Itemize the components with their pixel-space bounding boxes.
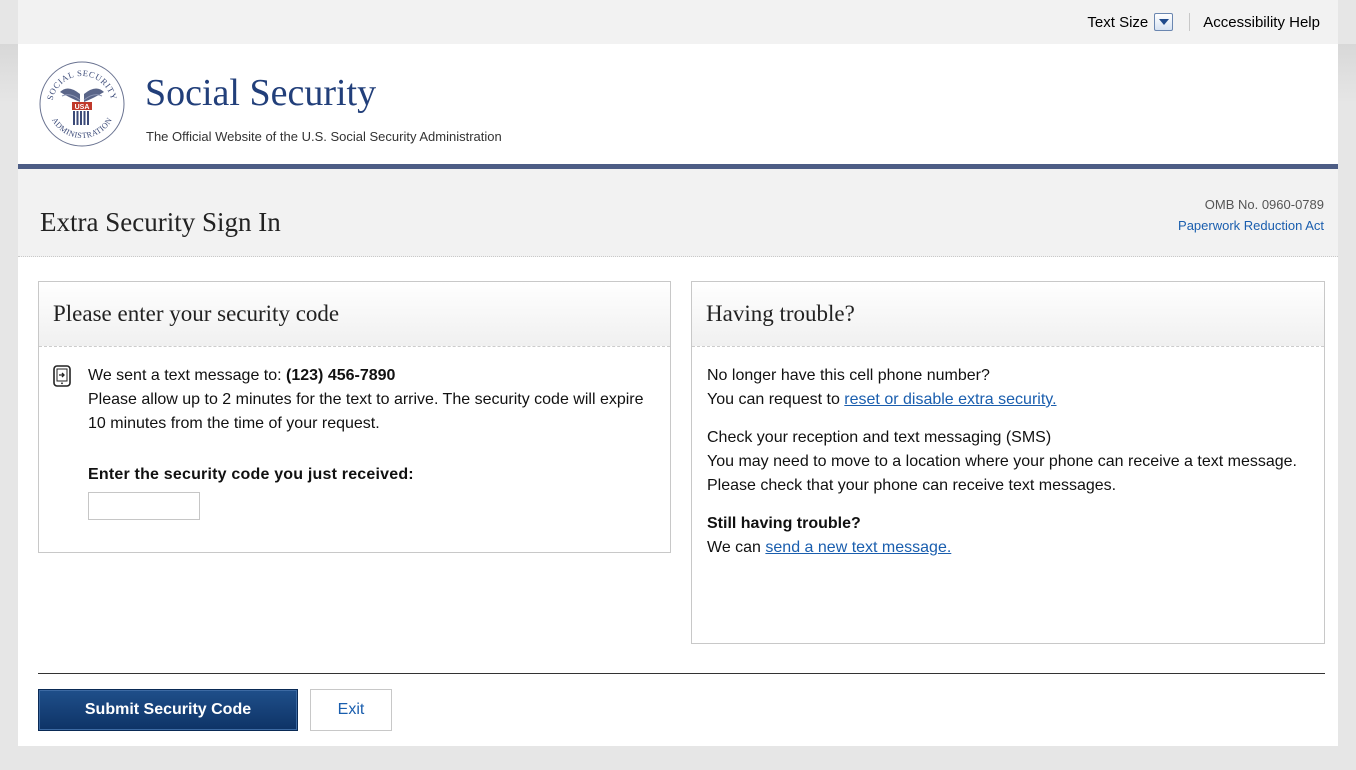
code-instructions: Please allow up to 2 minutes for the tex… [88,391,644,432]
security-code-panel-header: Please enter your security code [39,282,670,347]
utility-bar: Text Size Accessibility Help [18,0,1338,44]
ssa-seal-logo[interactable]: SOCIAL SECURITY ADMINISTRATION USA [38,58,126,150]
having-trouble-panel-header: Having trouble? [692,282,1324,347]
site-title[interactable]: Social Security [145,74,376,112]
page-title: Extra Security Sign In [40,207,281,237]
omb-number: OMB No. 0960-0789 [1204,197,1324,212]
site-header: SOCIAL SECURITY ADMINISTRATION USA Socia… [18,44,1338,169]
send-new-text-link[interactable]: send a new text message. [765,539,951,556]
security-code-label: Enter the security code you just receive… [88,466,414,483]
chevron-down-icon [1158,19,1169,25]
no-longer-have-number: No longer have this cell phone number? Y… [707,364,1317,412]
no-longer-question: No longer have this cell phone number? [707,367,990,384]
mobile-phone-icon [53,365,71,387]
accessibility-help-link[interactable]: Accessibility Help [1203,14,1320,31]
still-having-trouble: Still having trouble? We can send a new … [707,512,1317,560]
site-subtitle: The Official Website of the U.S. Social … [146,129,502,144]
exit-button[interactable]: Exit [310,689,392,731]
having-trouble-body: No longer have this cell phone number? Y… [707,364,1317,574]
right-shade [1338,44,1356,104]
text-size-control[interactable]: Text Size [1087,13,1174,31]
security-code-input[interactable] [88,492,200,520]
reception-title: Check your reception and text messaging … [707,429,1052,446]
security-code-panel: Please enter your security code We sent … [38,281,671,553]
utility-divider [1189,13,1191,31]
phone-number: (123) 456-7890 [286,367,396,384]
having-trouble-panel: Having trouble? No longer have this cell… [691,281,1325,644]
left-shade [0,44,18,104]
paperwork-reduction-link[interactable]: Paperwork Reduction Act [1178,218,1324,233]
text-size-label: Text Size [1087,13,1149,31]
reset-extra-security-link[interactable]: reset or disable extra security. [844,391,1056,408]
submit-security-code-button[interactable]: Submit Security Code [38,689,298,731]
security-code-heading: Please enter your security code [53,301,340,326]
page-title-bar: Extra Security Sign In OMB No. 0960-0789… [18,169,1338,257]
we-can-prefix: We can [707,539,766,556]
omb-info: OMB No. 0960-0789 Paperwork Reduction Ac… [1178,194,1324,236]
text-sent-details: We sent a text message to: (123) 456-789… [88,364,648,436]
sent-prefix: We sent a text message to: [88,367,287,384]
text-sent-message: We sent a text message to: (123) 456-789… [53,364,648,436]
request-prefix: You can request to [707,391,845,408]
still-trouble-title: Still having trouble? [707,515,861,532]
having-trouble-heading: Having trouble? [706,301,855,326]
actions-divider [38,673,1325,674]
page-card: SOCIAL SECURITY ADMINISTRATION USA Socia… [18,44,1338,746]
reception-help: Check your reception and text messaging … [707,426,1317,498]
reception-text: You may need to move to a location where… [707,453,1297,494]
text-size-dropdown-button[interactable] [1154,13,1174,31]
svg-text:USA: USA [75,104,90,111]
